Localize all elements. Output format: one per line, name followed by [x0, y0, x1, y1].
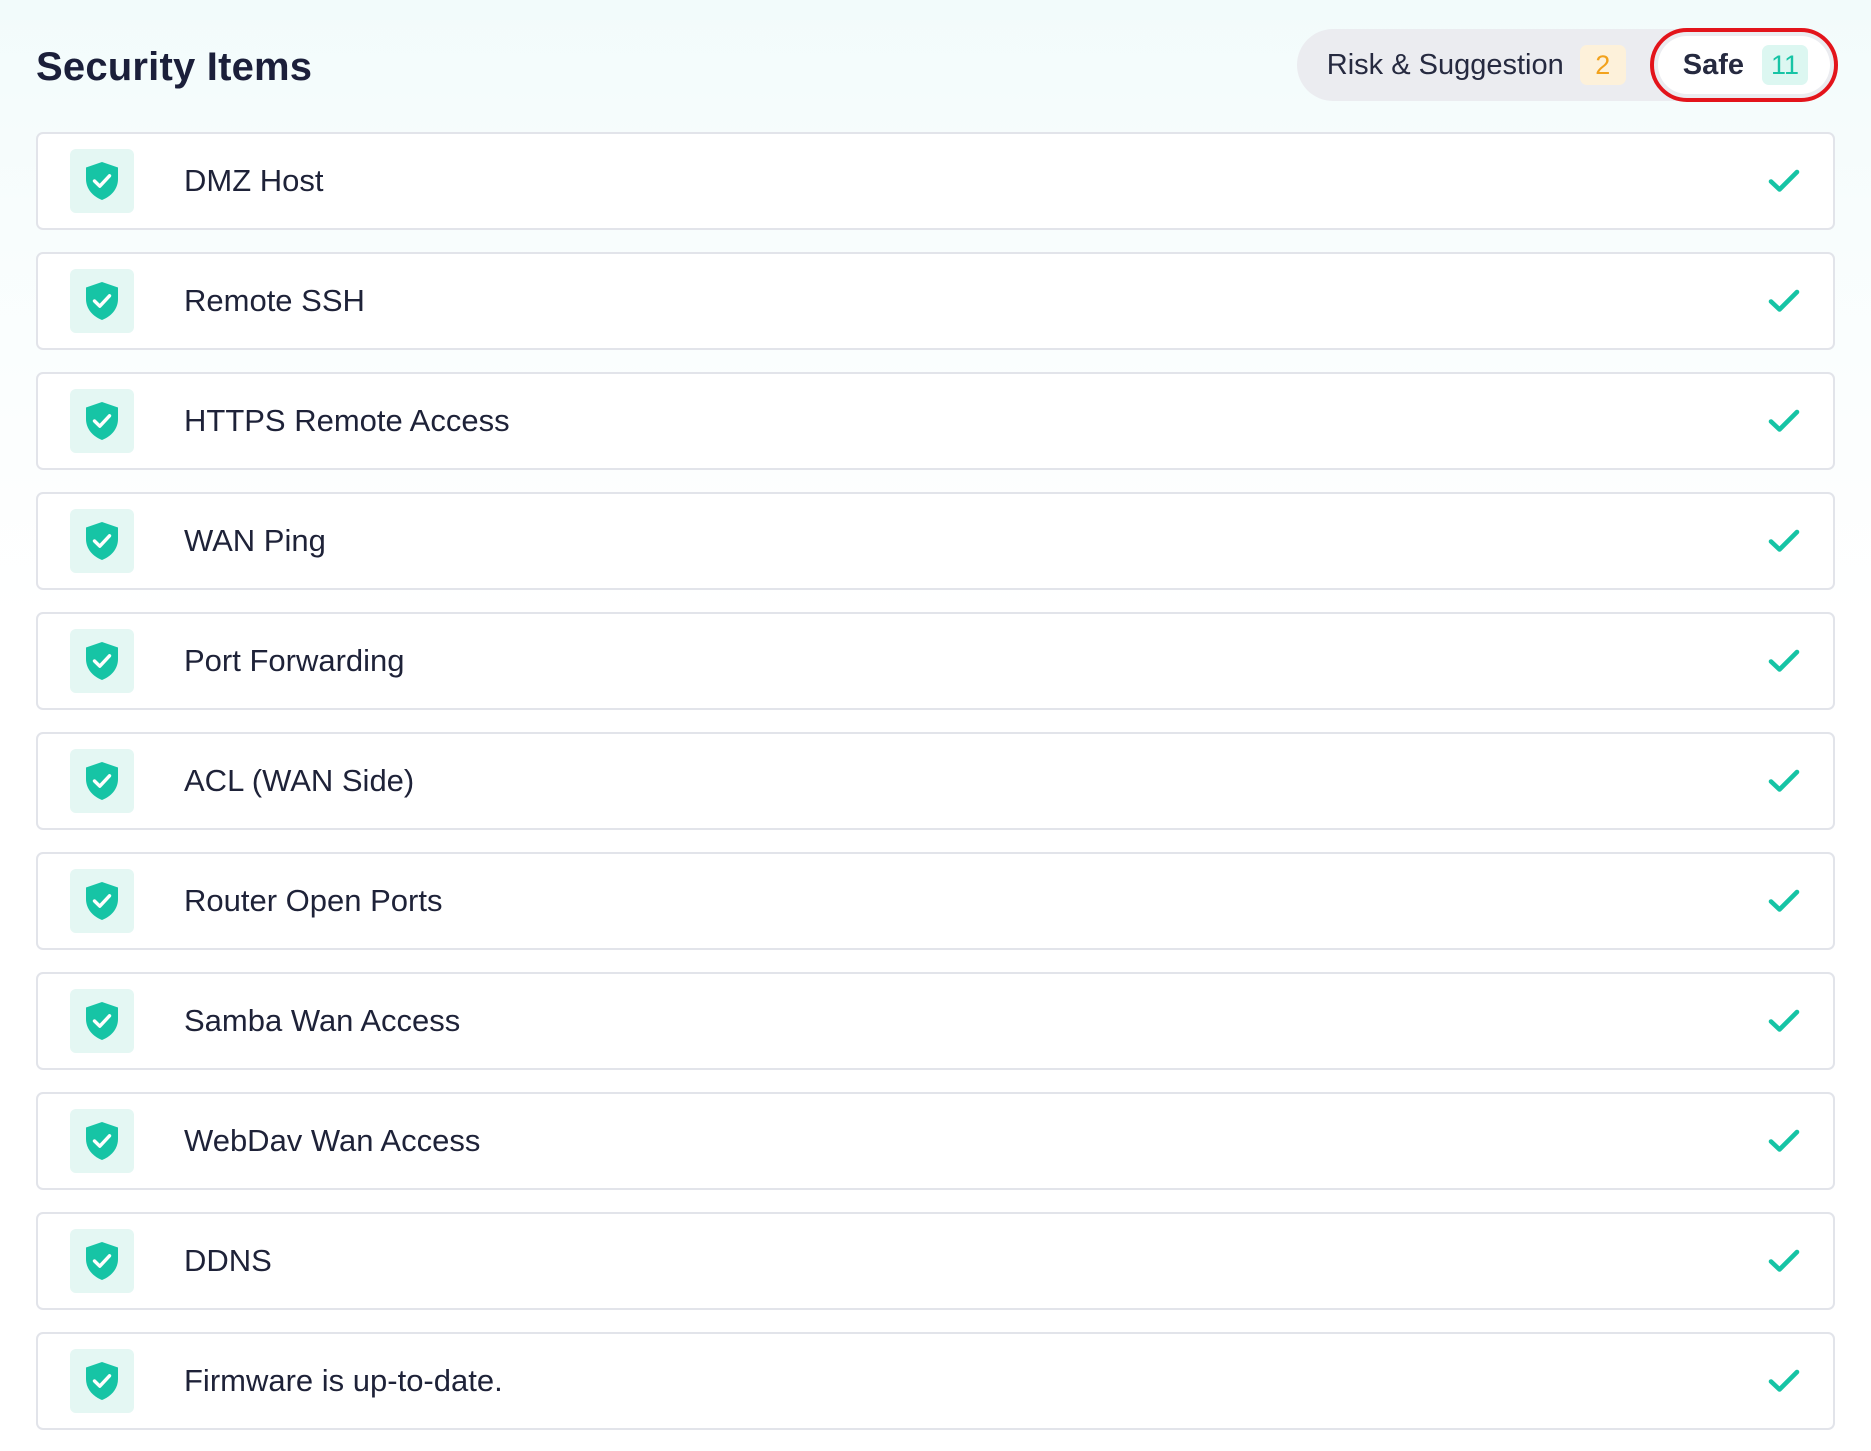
security-item-label: ACL (WAN Side)	[184, 763, 415, 798]
security-item-3[interactable]: HTTPS Remote Access	[36, 372, 1835, 470]
security-item-label: HTTPS Remote Access	[184, 403, 510, 438]
shield-check-icon	[70, 149, 134, 213]
security-item-4[interactable]: WAN Ping	[36, 492, 1835, 590]
security-item-7[interactable]: Router Open Ports	[36, 852, 1835, 950]
security-item-8[interactable]: Samba Wan Access	[36, 972, 1835, 1070]
security-item-label: WebDav Wan Access	[184, 1123, 481, 1158]
risk-count-badge: 2	[1579, 45, 1626, 85]
shield-check-icon	[70, 869, 134, 933]
check-icon	[1767, 1124, 1801, 1158]
shield-check-icon	[70, 269, 134, 333]
check-icon	[1767, 164, 1801, 198]
tab-safe[interactable]: Safe 11	[1649, 28, 1839, 102]
check-icon	[1767, 404, 1801, 438]
security-items-page: Security Items Risk & Suggestion 2 Safe …	[0, 0, 1871, 1451]
check-icon	[1767, 1244, 1801, 1278]
check-icon	[1767, 1004, 1801, 1038]
check-icon	[1767, 524, 1801, 558]
shield-check-icon	[70, 629, 134, 693]
security-item-2[interactable]: Remote SSH	[36, 252, 1835, 350]
security-item-label: Remote SSH	[184, 283, 365, 318]
page-title: Security Items	[36, 44, 313, 89]
check-icon	[1767, 764, 1801, 798]
shield-check-icon	[70, 1229, 134, 1293]
security-item-11[interactable]: Firmware is up-to-date.	[36, 1332, 1835, 1430]
security-item-list: DMZ Host Remote SSH HTTPS Remote Access …	[36, 132, 1835, 1451]
security-item-label: Samba Wan Access	[184, 1003, 461, 1038]
shield-check-icon	[70, 1109, 134, 1173]
header: Security Items Risk & Suggestion 2 Safe …	[36, 0, 1839, 132]
security-item-label: DDNS	[184, 1243, 272, 1278]
security-item-label: DMZ Host	[184, 163, 324, 198]
check-icon	[1767, 1364, 1801, 1398]
security-item-label: WAN Ping	[184, 523, 326, 558]
security-item-label: Router Open Ports	[184, 883, 443, 918]
shield-check-icon	[70, 389, 134, 453]
check-icon	[1767, 284, 1801, 318]
security-item-10[interactable]: DDNS	[36, 1212, 1835, 1310]
safe-count-badge: 11	[1762, 45, 1808, 85]
shield-check-icon	[70, 1349, 134, 1413]
security-item-label: Port Forwarding	[184, 643, 405, 678]
shield-check-icon	[70, 989, 134, 1053]
security-item-9[interactable]: WebDav Wan Access	[36, 1092, 1835, 1190]
tab-risk-suggestion-label: Risk & Suggestion	[1326, 48, 1564, 81]
security-item-5[interactable]: Port Forwarding	[36, 612, 1835, 710]
security-item-6[interactable]: ACL (WAN Side)	[36, 732, 1835, 830]
filter-tabs: Risk & Suggestion 2 Safe 11	[1296, 28, 1839, 102]
tab-safe-label: Safe	[1682, 48, 1744, 81]
security-item-1[interactable]: DMZ Host	[36, 132, 1835, 230]
shield-check-icon	[70, 749, 134, 813]
security-item-label: Firmware is up-to-date.	[184, 1363, 503, 1398]
check-icon	[1767, 644, 1801, 678]
shield-check-icon	[70, 509, 134, 573]
check-icon	[1767, 884, 1801, 918]
tab-risk-suggestion[interactable]: Risk & Suggestion 2	[1327, 36, 1658, 94]
